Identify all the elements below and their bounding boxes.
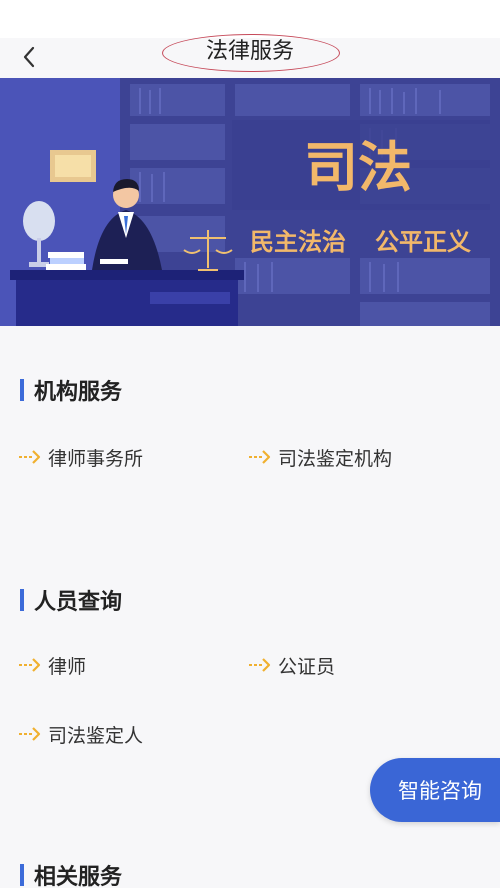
item-judicial-appraiser[interactable]: 司法鉴定人 xyxy=(18,719,143,749)
title-highlight-circle xyxy=(162,34,340,72)
item-label: 律师事务所 xyxy=(48,447,144,470)
dashed-arrow-icon xyxy=(19,727,41,741)
section-title-institution: 机构服务 xyxy=(20,377,123,405)
navigation-bar: 法律服务 xyxy=(0,34,500,78)
dashed-arrow-icon xyxy=(19,658,41,672)
section-accent-bar xyxy=(20,589,24,611)
item-law-firm[interactable]: 律师事务所 xyxy=(18,442,143,472)
item-judicial-appraisal-institution[interactable]: 司法鉴定机构 xyxy=(248,442,392,472)
item-label: 司法鉴定人 xyxy=(48,724,144,747)
banner-slogan-1: 民主法治 xyxy=(250,228,346,256)
item-label: 公证员 xyxy=(278,655,336,678)
banner: 司法 民主法治 公平正义 xyxy=(0,78,500,326)
section-label: 人员查询 xyxy=(34,590,123,615)
section-accent-bar xyxy=(20,864,24,886)
smart-consult-button[interactable]: 智能咨询 xyxy=(370,758,500,822)
item-label: 律师 xyxy=(48,655,87,678)
status-bar xyxy=(0,0,500,38)
smart-consult-label: 智能咨询 xyxy=(398,779,482,803)
section-title-personnel: 人员查询 xyxy=(20,587,123,615)
item-lawyer[interactable]: 律师 xyxy=(18,650,86,680)
item-notary[interactable]: 公证员 xyxy=(248,650,335,680)
section-label: 机构服务 xyxy=(34,380,123,405)
section-title-related: 相关服务 xyxy=(20,862,122,888)
banner-slogan-2: 公平正义 xyxy=(375,228,471,256)
banner-main-text: 司法 xyxy=(304,136,412,199)
dashed-arrow-icon xyxy=(249,450,271,464)
section-accent-bar xyxy=(20,379,24,401)
dashed-arrow-icon xyxy=(19,450,41,464)
dashed-arrow-icon xyxy=(249,658,271,672)
section-label: 相关服务 xyxy=(34,865,123,888)
item-label: 司法鉴定机构 xyxy=(278,447,393,470)
